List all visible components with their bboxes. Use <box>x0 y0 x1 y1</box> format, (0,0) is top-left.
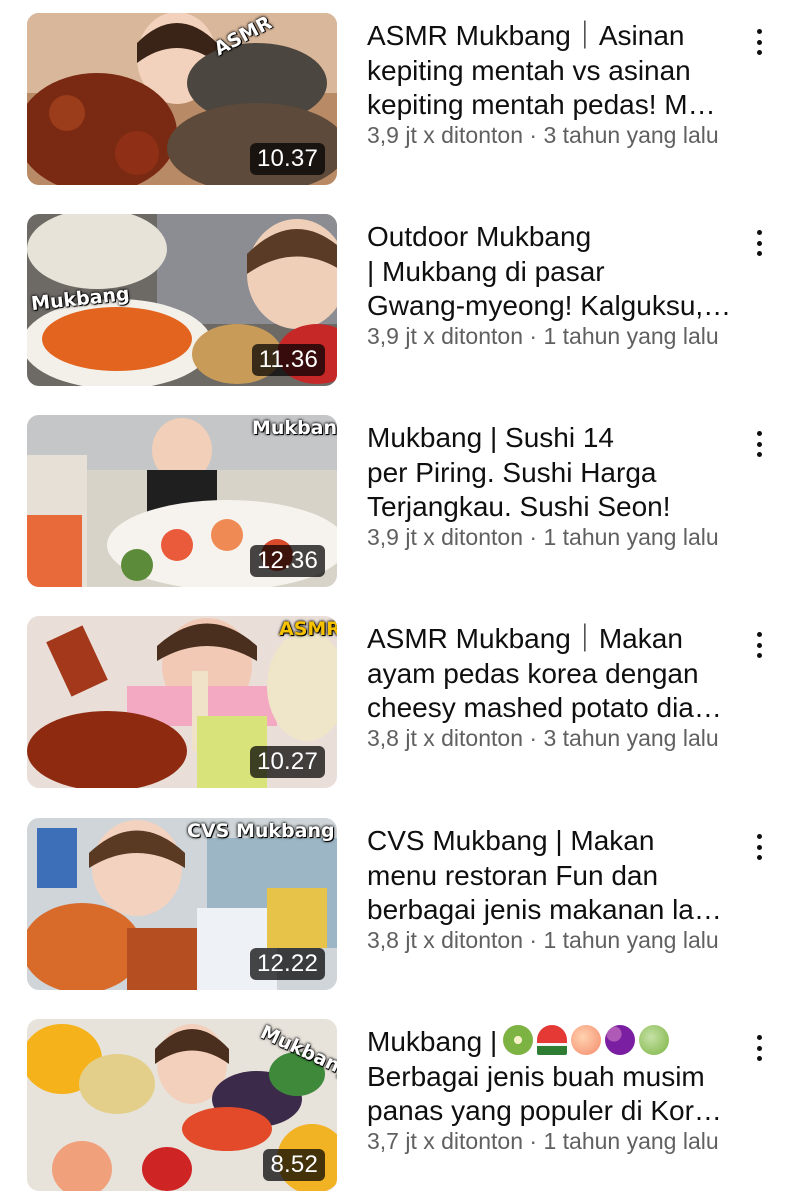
video-item[interactable]: Mukbang 8.52 Mukbang | Berbagai jenis bu… <box>0 1019 790 1193</box>
video-info[interactable]: ASMR Mukbang｜Makan ayam pedas korea deng… <box>367 622 737 753</box>
watermelon-icon <box>537 1025 568 1055</box>
video-meta: 3,9 jt x ditonton · 3 tahun yang lalu <box>367 120 737 150</box>
video-title-line: | Mukbang di pasar <box>367 255 605 287</box>
more-options-icon[interactable] <box>746 429 772 459</box>
more-options-icon[interactable] <box>746 832 772 862</box>
meta-separator: · <box>523 1128 544 1154</box>
video-title[interactable]: Mukbang | Berbagai jenis buah musim pana… <box>367 1025 737 1129</box>
video-duration: 8.52 <box>263 1149 325 1181</box>
thumbnail-badge: Mukbang <box>252 417 337 439</box>
video-thumbnail[interactable]: CVS Mukbang 12.22 <box>27 818 337 990</box>
video-info[interactable]: Mukbang | Berbagai jenis buah musim pana… <box>367 1025 737 1156</box>
video-duration: 11.36 <box>251 344 325 376</box>
video-info[interactable]: Outdoor Mukbang | Mukbang di pasar Gwang… <box>367 220 737 351</box>
video-title-line: berbagai jenis makanan la… <box>367 894 722 925</box>
video-info[interactable]: ASMR Mukbang｜Asinan kepiting mentah vs a… <box>367 19 737 150</box>
upload-age: 1 tahun yang lalu <box>543 524 719 550</box>
video-item[interactable]: Mukbang 12.36 Mukbang | Sushi 14 per Pir… <box>0 415 790 589</box>
video-meta: 3,8 jt x ditonton · 1 tahun yang lalu <box>367 925 737 955</box>
view-count: 3,8 jt x ditonton <box>367 725 523 751</box>
video-info[interactable]: CVS Mukbang | Makan menu restoran Fun da… <box>367 824 737 955</box>
upload-age: 1 tahun yang lalu <box>543 1128 719 1154</box>
more-options-icon[interactable] <box>746 1033 772 1063</box>
video-title[interactable]: Mukbang | Sushi 14 per Piring. Sushi Har… <box>367 421 737 525</box>
video-title-line: Mukbang | Sushi 14 <box>367 422 614 453</box>
view-count: 3,9 jt x ditonton <box>367 524 523 550</box>
video-title-line: ayam pedas korea dengan <box>367 657 699 689</box>
video-thumbnail[interactable]: Mukbang 12.36 <box>27 415 337 587</box>
upload-age: 1 tahun yang lalu <box>543 323 719 349</box>
kiwi-icon <box>503 1025 534 1055</box>
video-title-line: ASMR Mukbang｜Asinan <box>367 20 685 51</box>
video-list: ASMR 10.37 ASMR Mukbang｜Asinan kepiting … <box>0 0 790 1200</box>
video-info[interactable]: Mukbang | Sushi 14 per Piring. Sushi Har… <box>367 421 737 552</box>
video-item[interactable]: ASMR 10.37 ASMR Mukbang｜Asinan kepiting … <box>0 13 790 187</box>
video-duration: 10.27 <box>249 746 325 778</box>
video-item[interactable]: Mukbang 11.36 Outdoor Mukbang | Mukbang … <box>0 214 790 388</box>
video-title-line: CVS Mukbang | Makan <box>367 825 655 856</box>
video-title-line: Outdoor Mukbang <box>367 221 592 252</box>
video-title-line: menu restoran Fun dan <box>367 859 659 891</box>
video-title-line: per Piring. Sushi Harga <box>367 456 657 488</box>
more-options-icon[interactable] <box>746 228 772 258</box>
meta-separator: · <box>523 524 544 550</box>
view-count: 3,8 jt x ditonton <box>367 927 523 953</box>
video-thumbnail[interactable]: ASMR 10.27 <box>27 616 337 788</box>
video-title-text: Mukbang | <box>367 1026 498 1057</box>
video-thumbnail[interactable]: Mukbang 8.52 <box>27 1019 337 1191</box>
video-item[interactable]: ASMR 10.27 ASMR Mukbang｜Makan ayam pedas… <box>0 616 790 790</box>
video-duration: 12.36 <box>249 545 325 577</box>
video-title-line: Gwang-myeong! Kalguksu,… <box>367 290 732 321</box>
title-emoji-group <box>503 1025 670 1055</box>
video-meta: 3,9 jt x ditonton · 1 tahun yang lalu <box>367 321 737 351</box>
video-title[interactable]: ASMR Mukbang｜Makan ayam pedas korea deng… <box>367 622 737 726</box>
video-title[interactable]: CVS Mukbang | Makan menu restoran Fun da… <box>367 824 737 928</box>
video-thumbnail[interactable]: Mukbang 11.36 <box>27 214 337 386</box>
meta-separator: · <box>523 122 544 148</box>
grapes-icon <box>605 1025 636 1055</box>
more-options-icon[interactable] <box>746 630 772 660</box>
video-title-line: Berbagai jenis buah musim <box>367 1060 705 1092</box>
video-title-line: kepiting mentah vs asinan <box>367 54 691 86</box>
video-meta: 3,9 jt x ditonton · 1 tahun yang lalu <box>367 522 737 552</box>
upload-age: 3 tahun yang lalu <box>543 725 719 751</box>
view-count: 3,9 jt x ditonton <box>367 323 523 349</box>
video-title-line: panas yang populer di Kor… <box>367 1095 722 1126</box>
video-title[interactable]: ASMR Mukbang｜Asinan kepiting mentah vs a… <box>367 19 737 123</box>
video-duration: 10.37 <box>249 143 325 175</box>
view-count: 3,9 jt x ditonton <box>367 122 523 148</box>
more-options-icon[interactable] <box>746 27 772 57</box>
thumbnail-badge: ASMR <box>279 618 337 640</box>
meta-separator: · <box>523 725 544 751</box>
video-thumbnail[interactable]: ASMR 10.37 <box>27 13 337 185</box>
meta-separator: · <box>523 323 544 349</box>
video-item[interactable]: CVS Mukbang 12.22 CVS Mukbang | Makan me… <box>0 818 790 992</box>
video-title-line: ASMR Mukbang｜Makan <box>367 623 683 654</box>
video-meta: 3,8 jt x ditonton · 3 tahun yang lalu <box>367 723 737 753</box>
thumbnail-badge: CVS Mukbang <box>187 820 335 842</box>
video-title-line: Terjangkau. Sushi Seon! <box>367 491 671 522</box>
video-meta: 3,7 jt x ditonton · 1 tahun yang lalu <box>367 1126 737 1156</box>
upload-age: 1 tahun yang lalu <box>543 927 719 953</box>
video-title[interactable]: Outdoor Mukbang | Mukbang di pasar Gwang… <box>367 220 737 324</box>
video-title-line: Mukbang | <box>367 1025 737 1060</box>
upload-age: 3 tahun yang lalu <box>543 122 719 148</box>
view-count: 3,7 jt x ditonton <box>367 1128 523 1154</box>
video-title-line: kepiting mentah pedas! M… <box>367 89 716 120</box>
peach-icon <box>571 1025 602 1055</box>
video-title-line: cheesy mashed potato dia… <box>367 692 722 723</box>
meta-separator: · <box>523 927 544 953</box>
melon-icon <box>639 1025 670 1055</box>
video-duration: 12.22 <box>249 948 325 980</box>
